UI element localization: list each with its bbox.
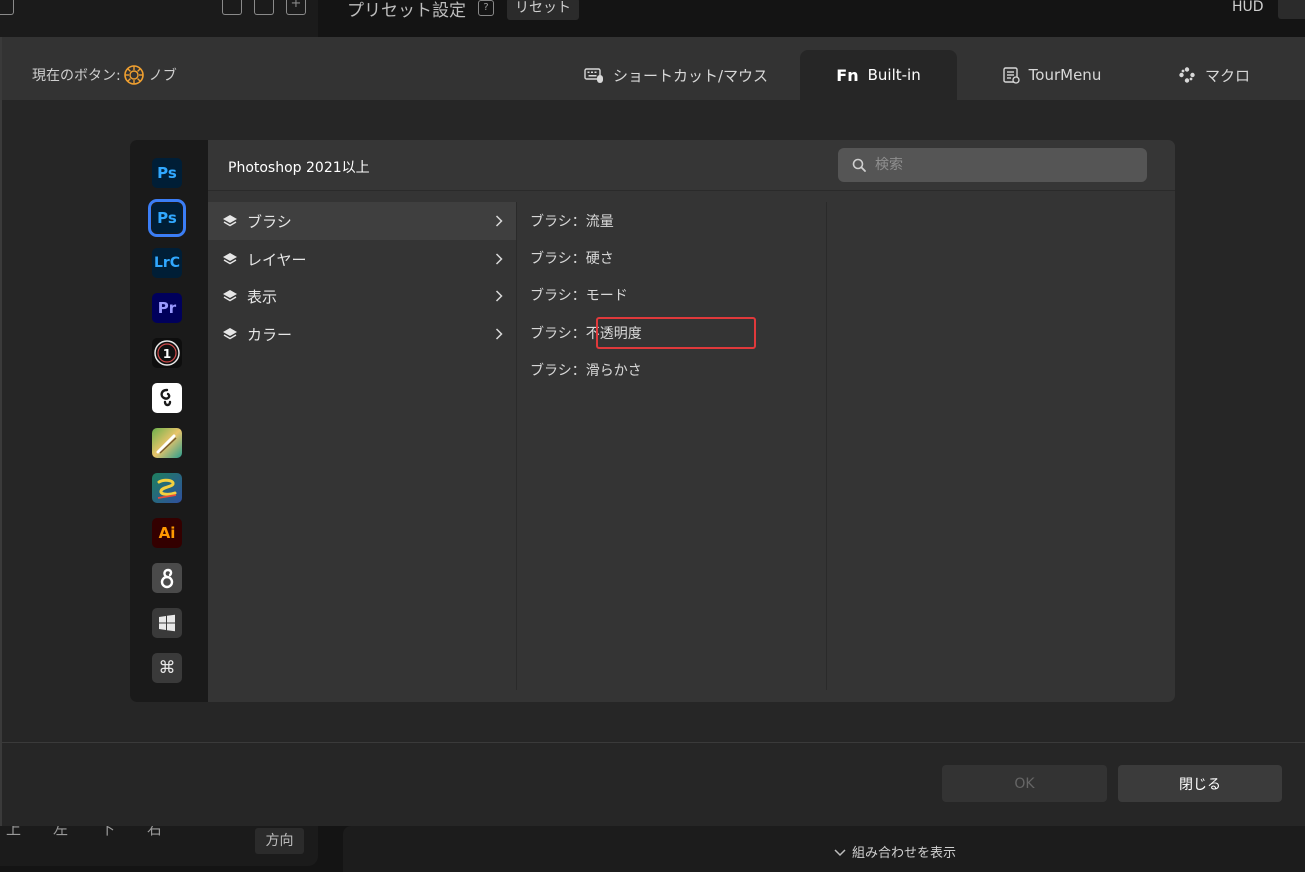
category-list: ブラシ レイヤー 表示 カラー	[208, 190, 517, 702]
knob-icon	[123, 64, 145, 86]
macro-icon	[1178, 66, 1196, 84]
category-label: レイヤー	[247, 250, 307, 269]
layers-icon	[222, 252, 238, 266]
premiere-pro-icon[interactable]: Pr	[152, 293, 182, 323]
background-help-icon[interactable]: ?	[478, 0, 494, 16]
tab-macro-label: マクロ	[1204, 66, 1250, 85]
category-item-brush[interactable]: ブラシ	[208, 202, 517, 240]
built-in-content: Photoshop 2021以上 ブラシ レイヤー	[208, 140, 1175, 702]
chevron-down-icon	[834, 846, 846, 861]
background-main-header	[330, 0, 1305, 40]
show-combination-toggle[interactable]: 組み合わせを表示	[834, 842, 956, 861]
tab-built-in-label: Built-in	[867, 66, 921, 84]
tab-tourmenu[interactable]: TourMenu	[964, 50, 1139, 100]
background-import-icon	[254, 0, 274, 15]
highlight-box	[596, 317, 756, 349]
search-box[interactable]	[838, 148, 1147, 182]
background-direction-button[interactable]: 方向	[255, 828, 304, 854]
background-bottom-bar	[343, 826, 1305, 872]
affinity-icon[interactable]	[152, 563, 182, 593]
tab-built-in[interactable]: Fn Built-in	[800, 50, 957, 100]
column-divider	[516, 202, 517, 690]
background-add-icon: +	[286, 0, 306, 15]
tourmenu-icon	[1002, 66, 1020, 84]
app-title: Photoshop 2021以上	[228, 160, 370, 176]
layers-icon	[222, 214, 238, 228]
chevron-right-icon	[495, 213, 503, 231]
tab-macro[interactable]: マクロ	[1139, 50, 1289, 100]
category-item-layer[interactable]: レイヤー	[208, 240, 517, 278]
action-item[interactable]: ブラシ：滑らかさ	[530, 360, 642, 380]
tab-shortcut-mouse-label: ショートカット/マウス	[612, 66, 769, 85]
category-item-color[interactable]: カラー	[208, 315, 517, 353]
tab-shortcut-mouse[interactable]: ショートカット/マウス	[554, 50, 798, 100]
chevron-right-icon	[495, 288, 503, 306]
clip-studio-icon[interactable]	[152, 383, 182, 413]
close-button[interactable]: 閉じる	[1118, 765, 1282, 802]
show-combination-label: 組み合わせを表示	[852, 846, 957, 861]
background-hud-label: HUD	[1232, 0, 1264, 15]
column-divider	[826, 202, 827, 690]
photoshop-icon[interactable]: Ps	[152, 158, 182, 188]
search-input[interactable]	[873, 156, 1127, 174]
layers-icon	[222, 289, 238, 303]
dialog-footer-divider	[2, 742, 1305, 743]
category-label: カラー	[247, 325, 293, 344]
current-button-value: ノブ	[148, 68, 177, 84]
mac-command-icon[interactable]: ⌘	[152, 653, 182, 683]
built-in-panel: Ps Ps LrC Pr 1 Ai ⌘ Photoshop 2021以上 検索 …	[130, 140, 1175, 702]
tab-tourmenu-label: TourMenu	[1028, 66, 1102, 84]
photoshop-2021-icon[interactable]: Ps	[148, 199, 186, 237]
app-sidebar: Ps Ps LrC Pr 1 Ai ⌘	[130, 140, 208, 702]
sketchbook-icon[interactable]	[152, 473, 182, 503]
layers-icon	[222, 327, 238, 341]
content-header: Photoshop 2021以上	[208, 140, 1175, 191]
keyboard-mouse-icon	[584, 67, 604, 83]
current-button-label: 現在のボタン:	[32, 68, 121, 84]
category-label: 表示	[247, 287, 278, 306]
capture-one-icon[interactable]: 1	[152, 338, 182, 368]
action-item[interactable]: ブラシ：モード	[530, 285, 628, 305]
function-assign-dialog: 現在のボタン: ノブ ショートカット/マウス Fn Built-in TourM…	[0, 37, 1305, 826]
current-button-info: 現在のボタン: ノブ	[32, 64, 177, 86]
fn-icon: Fn	[836, 65, 859, 85]
category-item-view[interactable]: 表示	[208, 277, 517, 315]
ok-button[interactable]: OK	[942, 765, 1107, 802]
chevron-right-icon	[495, 326, 503, 344]
chevron-right-icon	[495, 251, 503, 269]
background-export-icon	[222, 0, 242, 15]
search-icon	[852, 158, 866, 172]
background-edit-icon	[0, 0, 14, 15]
background-hud-button[interactable]	[1278, 0, 1305, 19]
illustrator-icon[interactable]: Ai	[152, 518, 182, 548]
windows-icon[interactable]	[152, 608, 182, 638]
action-item[interactable]: ブラシ：硬さ	[530, 248, 614, 268]
dialog-header: 現在のボタン: ノブ ショートカット/マウス Fn Built-in TourM…	[2, 37, 1305, 100]
svg-text:1: 1	[163, 347, 171, 361]
background-reset-button[interactable]: リセット	[507, 0, 579, 20]
category-label: ブラシ	[247, 212, 292, 231]
action-item[interactable]: ブラシ：流量	[530, 211, 614, 231]
krita-icon[interactable]	[152, 428, 182, 458]
background-title: プリセット設定	[347, 1, 466, 21]
lightroom-classic-icon[interactable]: LrC	[152, 248, 182, 278]
